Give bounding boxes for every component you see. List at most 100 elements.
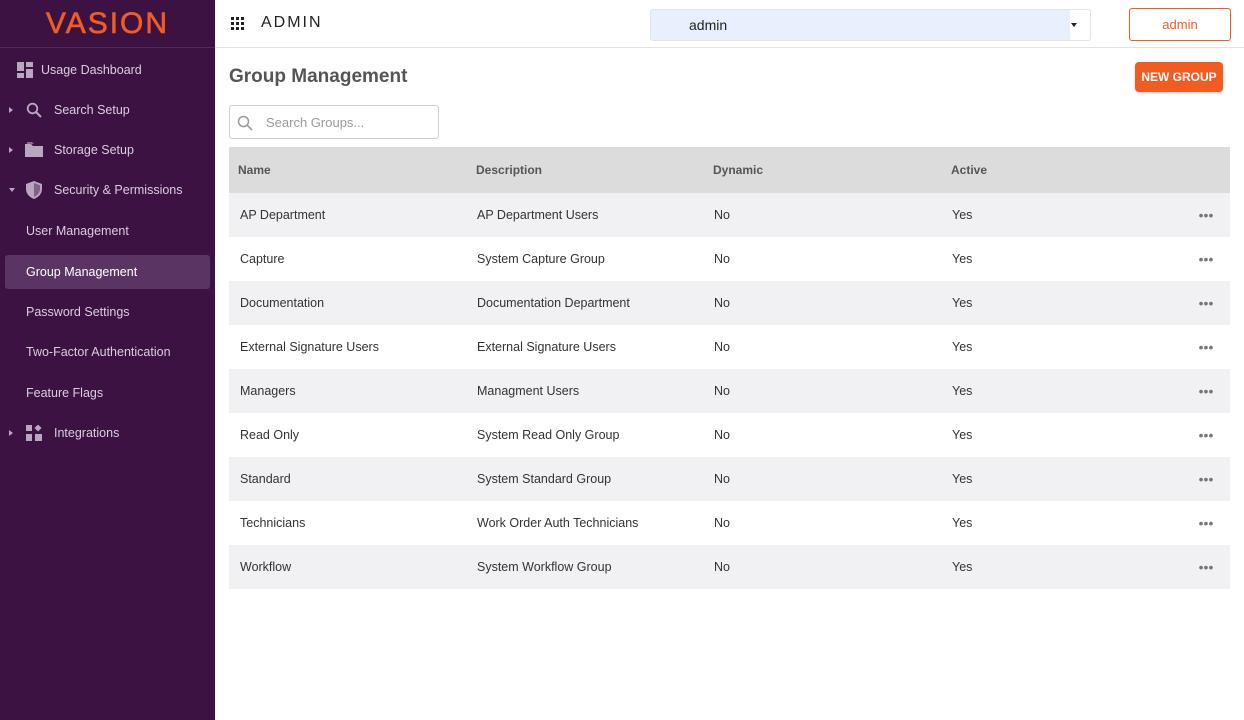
sidebar-item-label: Usage Dashboard — [41, 63, 142, 77]
search-input[interactable] — [266, 113, 431, 131]
column-header-description[interactable]: Description — [476, 147, 542, 193]
cell-dynamic: No — [714, 560, 730, 574]
cell-dynamic: No — [714, 296, 730, 310]
table-row[interactable]: External Signature Users External Signat… — [229, 325, 1230, 369]
sidebar-item-group-management[interactable]: Group Management — [5, 255, 210, 289]
table-row[interactable]: Standard System Standard Group No Yes ••… — [229, 457, 1230, 501]
cell-name: AP Department — [240, 208, 326, 222]
page-title: Group Management — [229, 66, 408, 87]
cell-name: External Signature Users — [240, 340, 379, 354]
cell-active: Yes — [952, 208, 973, 222]
cell-description: Documentation Department — [477, 296, 630, 310]
table-row[interactable]: Documentation Documentation Department N… — [229, 281, 1230, 325]
sidebar-item-label: Feature Flags — [26, 386, 104, 400]
cell-active: Yes — [952, 252, 973, 266]
column-header-name[interactable]: Name — [238, 147, 271, 193]
more-options-icon[interactable]: ••• — [1198, 457, 1214, 501]
section-title: ADMIN — [261, 14, 323, 31]
cell-dynamic: No — [714, 208, 730, 222]
cell-dynamic: No — [714, 428, 730, 442]
more-options-icon[interactable]: ••• — [1198, 237, 1214, 281]
more-options-icon[interactable]: ••• — [1198, 501, 1214, 545]
cell-active: Yes — [952, 428, 973, 442]
cell-description: AP Department Users — [477, 208, 599, 222]
groups-table: Name Description Dynamic Active AP Depar… — [229, 147, 1230, 589]
sidebar: VASION Usage Dashboard Search Setup Stor… — [0, 0, 215, 720]
cell-name: Capture — [240, 252, 285, 266]
search-icon — [237, 115, 253, 131]
cell-dynamic: No — [714, 472, 730, 486]
vasion-logo[interactable]: VASION — [46, 6, 169, 41]
cell-name: Workflow — [240, 560, 292, 574]
new-group-button[interactable]: NEW GROUP — [1135, 62, 1223, 92]
sidebar-item-label: User Management — [26, 224, 129, 238]
dashboard-icon — [15, 60, 35, 80]
sidebar-item-integrations[interactable]: Integrations — [5, 416, 210, 450]
chevron-right-icon — [9, 107, 13, 113]
logo-area: VASION — [0, 0, 215, 48]
search-icon — [24, 100, 44, 120]
vault-select[interactable]: admin — [650, 9, 1091, 41]
cell-active: Yes — [952, 384, 973, 398]
cell-description: Managment Users — [477, 384, 580, 398]
more-options-icon[interactable]: ••• — [1198, 325, 1214, 369]
cell-description: System Capture Group — [477, 252, 605, 266]
table-header: Name Description Dynamic Active — [229, 147, 1230, 193]
column-header-active[interactable]: Active — [951, 147, 987, 193]
table-row[interactable]: Technicians Work Order Auth Technicians … — [229, 501, 1230, 545]
table-row[interactable]: Capture System Capture Group No Yes ••• — [229, 237, 1230, 281]
cell-name: Documentation — [240, 296, 325, 310]
user-menu-button[interactable]: admin — [1129, 8, 1231, 41]
more-options-icon[interactable]: ••• — [1198, 281, 1214, 325]
cell-name: Standard — [240, 472, 291, 486]
cell-active: Yes — [952, 340, 973, 354]
chevron-right-icon — [9, 430, 13, 436]
more-options-icon[interactable]: ••• — [1198, 413, 1214, 457]
cell-active: Yes — [952, 560, 973, 574]
table-row[interactable]: Workflow System Workflow Group No Yes ••… — [229, 545, 1230, 589]
sidebar-item-storage-setup[interactable]: Storage Setup — [5, 133, 210, 167]
sidebar-item-two-factor-authentication[interactable]: Two-Factor Authentication — [5, 335, 210, 369]
more-options-icon[interactable]: ••• — [1198, 545, 1214, 589]
cell-dynamic: No — [714, 252, 730, 266]
column-header-dynamic[interactable]: Dynamic — [713, 147, 763, 193]
cell-active: Yes — [952, 296, 973, 310]
sidebar-item-label: Group Management — [26, 265, 138, 279]
chevron-right-icon — [9, 147, 13, 153]
cell-active: Yes — [952, 472, 973, 486]
cell-name: Technicians — [240, 516, 306, 530]
cell-name: Read Only — [240, 428, 300, 442]
sidebar-item-label: Integrations — [54, 426, 120, 440]
cell-description: Work Order Auth Technicians — [477, 516, 639, 530]
sidebar-item-feature-flags[interactable]: Feature Flags — [5, 376, 210, 410]
topbar: ADMIN admin admin — [215, 0, 1244, 48]
cell-name: Managers — [240, 384, 296, 398]
more-options-icon[interactable]: ••• — [1198, 193, 1214, 237]
folder-icon — [24, 140, 44, 160]
more-options-icon[interactable]: ••• — [1198, 369, 1214, 413]
cell-description: System Workflow Group — [477, 560, 612, 574]
sidebar-item-label: Password Settings — [26, 305, 130, 319]
vault-select-value: admin — [689, 17, 728, 33]
apps-grid-icon[interactable] — [231, 17, 244, 30]
cell-active: Yes — [952, 516, 973, 530]
sidebar-item-usage-dashboard[interactable]: Usage Dashboard — [5, 53, 210, 87]
table-row[interactable]: Managers Managment Users No Yes ••• — [229, 369, 1230, 413]
cell-dynamic: No — [714, 516, 730, 530]
table-row[interactable]: AP Department AP Department Users No Yes… — [229, 193, 1230, 237]
sidebar-item-label: Two-Factor Authentication — [26, 345, 171, 359]
sidebar-item-search-setup[interactable]: Search Setup — [5, 93, 210, 127]
sidebar-item-label: Storage Setup — [54, 143, 134, 157]
sidebar-item-label: Search Setup — [54, 103, 130, 117]
sidebar-item-user-management[interactable]: User Management — [5, 214, 210, 248]
search-groups — [229, 105, 439, 139]
cell-dynamic: No — [714, 340, 730, 354]
sidebar-item-security-permissions[interactable]: Security & Permissions — [5, 173, 210, 207]
cell-description: System Read Only Group — [477, 428, 620, 442]
cell-dynamic: No — [714, 384, 730, 398]
sidebar-item-label: Security & Permissions — [54, 183, 183, 197]
table-row[interactable]: Read Only System Read Only Group No Yes … — [229, 413, 1230, 457]
shield-icon — [24, 180, 44, 200]
caret-down-icon[interactable] — [1071, 23, 1077, 27]
sidebar-item-password-settings[interactable]: Password Settings — [5, 295, 210, 329]
